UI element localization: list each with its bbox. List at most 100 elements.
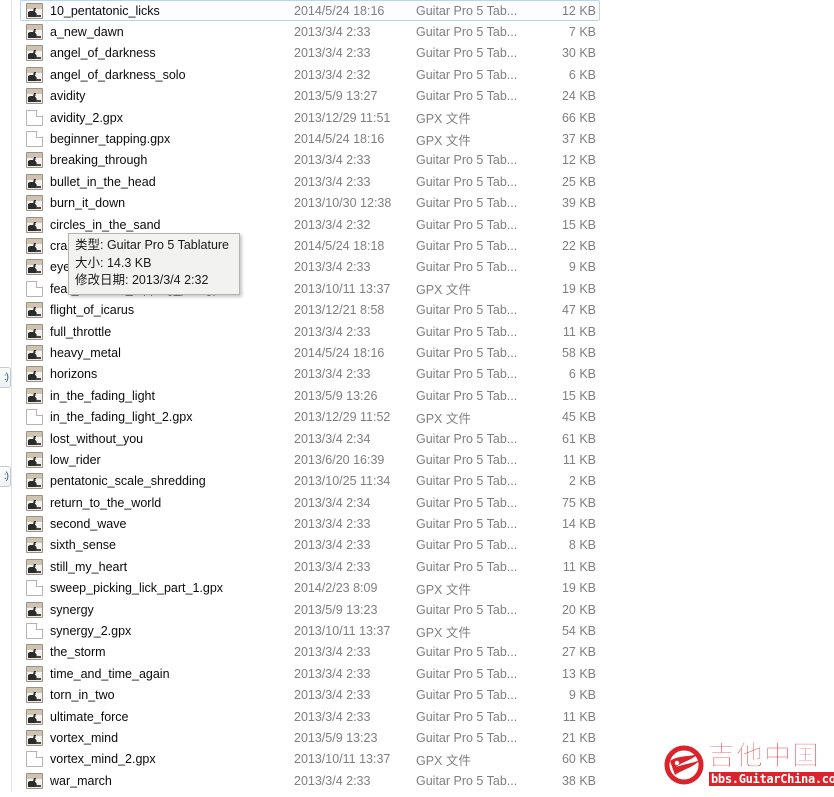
file-name: bullet_in_the_head	[50, 174, 156, 189]
guitar-pro-file-icon	[26, 558, 43, 575]
file-row[interactable]: angel_of_darkness_solo 2013/3/4 2:32 Guita…	[20, 64, 834, 85]
file-row[interactable]: the_storm 2013/3/4 2:33 Guitar Pro 5 Tab..…	[20, 642, 834, 663]
file-row[interactable]: heavy_metal 2014/5/24 18:16 Guitar Pro 5 T…	[20, 342, 834, 363]
guitar-pro-file-icon	[26, 644, 43, 661]
gpx-file-icon	[26, 109, 43, 126]
file-type: GPX 文件	[416, 283, 471, 298]
file-name: time_and_time_again	[50, 666, 170, 681]
file-type: Guitar Pro 5 Tab...	[416, 196, 518, 211]
file-size: 7 KB	[568, 25, 596, 40]
file-type: Guitar Pro 5 Tab...	[416, 153, 518, 168]
file-type: Guitar Pro 5 Tab...	[416, 25, 518, 40]
file-list[interactable]: 10_pentatonic_licks 2014/5/24 18:16 Guitar…	[20, 0, 834, 797]
file-date-modified: 2013/3/4 2:32	[294, 217, 371, 232]
file-date-modified: 2013/3/4 2:33	[294, 666, 371, 681]
file-size: 38 KB	[561, 773, 596, 788]
file-row[interactable]: lost_without_you 2013/3/4 2:34 Guitar Pro …	[20, 428, 834, 449]
file-name: war_march	[50, 773, 112, 788]
file-date-modified: 2013/5/9 13:26	[294, 388, 378, 403]
guitar-pro-file-icon	[26, 601, 43, 618]
watermark-brand: 吉他中国	[708, 741, 820, 772]
file-row[interactable]: beginner_tapping.gpx 2014/5/24 18:16 GPX 文…	[20, 128, 834, 149]
file-info-tooltip: 类型: Guitar Pro 5 Tablature 大小: 14.3 KB 修…	[68, 233, 240, 295]
file-name: synergy_2.gpx	[50, 624, 132, 639]
file-row[interactable]: in_the_fading_light 2013/5/9 13:26 Guitar …	[20, 385, 834, 406]
file-name: pentatonic_scale_shredding	[50, 474, 206, 489]
file-size: 15 KB	[561, 217, 596, 232]
file-size: 58 KB	[561, 345, 596, 360]
file-row[interactable]: a_new_dawn 2013/3/4 2:33 Guitar Pro 5 Tab.…	[20, 21, 834, 42]
file-date-modified: 2013/3/4 2:33	[294, 688, 371, 703]
file-size: 27 KB	[561, 645, 596, 660]
file-size: 6 KB	[568, 67, 596, 82]
file-type: Guitar Pro 5 Tab...	[416, 559, 518, 574]
file-size: 37 KB	[561, 132, 596, 147]
file-name: horizons	[50, 367, 98, 382]
file-row[interactable]: sweep_picking_lick_part_1.gpx 2014/2/23 8…	[20, 578, 834, 599]
file-size: 66 KB	[561, 110, 596, 125]
file-row[interactable]: ultimate_force 2013/3/4 2:33 Guitar Pro 5 …	[20, 706, 834, 727]
file-row[interactable]: return_to_the_world 2013/3/4 2:34 Guitar P…	[20, 492, 834, 513]
file-name: still_my_heart	[50, 559, 128, 574]
guitar-pro-file-icon	[26, 687, 43, 704]
guitarchina-logo-icon	[664, 745, 704, 785]
file-row[interactable]: pentatonic_scale_shredding 2013/10/25 11:…	[20, 471, 834, 492]
left-rail-button-top[interactable]: :)	[0, 367, 11, 388]
file-name: second_wave	[50, 517, 127, 532]
guitar-pro-file-icon	[26, 2, 43, 19]
file-type: Guitar Pro 5 Tab...	[416, 730, 518, 745]
file-name: circles_in_the_sand	[50, 217, 161, 232]
file-type: Guitar Pro 5 Tab...	[416, 388, 518, 403]
file-row[interactable]: second_wave 2013/3/4 2:33 Guitar Pro 5 Tab…	[20, 513, 834, 534]
file-row[interactable]: avidity 2013/5/9 13:27 Guitar Pro 5 Tab...…	[20, 86, 834, 107]
file-row[interactable]: time_and_time_again 2013/3/4 2:33 Guitar P…	[20, 663, 834, 684]
file-row[interactable]: breaking_through 2013/3/4 2:33 Guitar Pro …	[20, 150, 834, 171]
file-row[interactable]: full_throttle 2013/3/4 2:33 Guitar Pro 5 T…	[20, 321, 834, 342]
file-size: 8 KB	[568, 538, 596, 553]
left-rail-button-bottom[interactable]: :)	[0, 466, 11, 487]
file-name: synergy	[50, 602, 94, 617]
file-size: 11 KB	[562, 709, 596, 724]
file-date-modified: 2013/3/4 2:32	[294, 67, 371, 82]
file-row[interactable]: horizons 2013/3/4 2:33 Guitar Pro 5 Tab...…	[20, 364, 834, 385]
file-row[interactable]: angel_of_darkness 2013/3/4 2:33 Guitar Pro…	[20, 43, 834, 64]
file-type: Guitar Pro 5 Tab...	[416, 773, 518, 788]
file-name: torn_in_two	[50, 688, 115, 703]
guitar-pro-file-icon	[26, 516, 43, 533]
file-type: Guitar Pro 5 Tab...	[416, 645, 518, 660]
file-explorer-list-view: :) :) 10_pentatonic_licks 2014/5/24 18:16…	[0, 0, 834, 797]
file-date-modified: 2013/3/4 2:33	[294, 46, 371, 61]
file-size: 9 KB	[568, 260, 596, 275]
file-size: 11 KB	[562, 324, 596, 339]
file-size: 24 KB	[561, 89, 596, 104]
file-type: Guitar Pro 5 Tab...	[416, 238, 518, 253]
guitar-pro-file-icon	[26, 24, 43, 41]
file-row[interactable]: bullet_in_the_head 2013/3/4 2:33 Guitar Pr…	[20, 171, 834, 192]
file-row[interactable]: low_rider 2013/6/20 16:39 Guitar Pro 5 Tab…	[20, 449, 834, 470]
file-date-modified: 2013/5/9 13:23	[294, 602, 378, 617]
file-row[interactable]: torn_in_two 2013/3/4 2:33 Guitar Pro 5 Tab…	[20, 685, 834, 706]
file-name: sixth_sense	[50, 538, 117, 553]
file-type: Guitar Pro 5 Tab...	[416, 174, 518, 189]
guitar-pro-file-icon	[26, 451, 43, 468]
file-row[interactable]: 10_pentatonic_licks 2014/5/24 18:16 Guitar…	[20, 0, 600, 22]
file-row[interactable]: in_the_fading_light_2.gpx 2013/12/29 11:5…	[20, 406, 834, 427]
file-name: in_the_fading_light	[50, 388, 155, 403]
file-date-modified: 2013/3/4 2:33	[294, 174, 371, 189]
file-size: 54 KB	[561, 624, 596, 639]
file-type: Guitar Pro 5 Tab...	[416, 709, 518, 724]
file-row[interactable]: avidity_2.gpx 2013/12/29 11:51 GPX 文件 66 KB	[20, 107, 834, 128]
file-row[interactable]: still_my_heart 2013/3/4 2:33 Guitar Pro 5 …	[20, 556, 834, 577]
file-type: Guitar Pro 5 Tab...	[416, 303, 518, 318]
file-type: GPX 文件	[416, 625, 471, 640]
file-row[interactable]: flight_of_icarus 2013/12/21 8:58 Guitar Pr…	[20, 299, 834, 320]
file-row[interactable]: sixth_sense 2013/3/4 2:33 Guitar Pro 5 Tab…	[20, 535, 834, 556]
guitar-pro-file-icon	[26, 344, 43, 361]
file-row[interactable]: synergy 2013/5/9 13:23 Guitar Pro 5 Tab...…	[20, 599, 834, 620]
file-date-modified: 2013/6/20 16:39	[294, 452, 385, 467]
site-watermark: 吉他中国 bbs.GuitarChina.com	[664, 741, 834, 789]
file-row[interactable]: synergy_2.gpx 2013/10/11 13:37 GPX 文件 54 KB	[20, 620, 834, 641]
file-type: Guitar Pro 5 Tab...	[416, 495, 518, 510]
file-row[interactable]: burn_it_down 2013/10/30 12:38 Guitar Pro 5…	[20, 193, 834, 214]
file-name: flight_of_icarus	[50, 303, 135, 318]
